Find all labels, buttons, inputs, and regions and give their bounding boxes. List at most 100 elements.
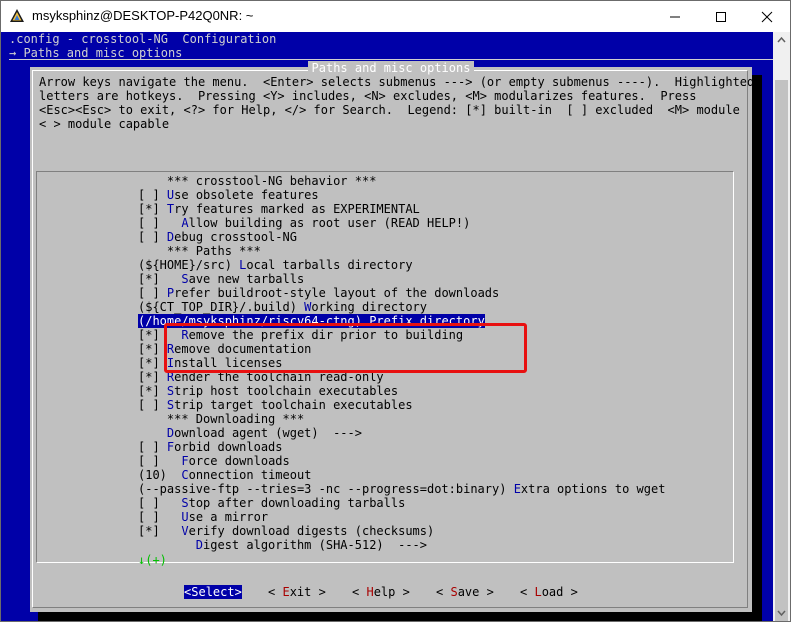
menu-item[interactable]: [ ] Prefer buildroot-style layout of the… [138,286,499,300]
menu-item-hotkey: A [181,216,189,230]
menu-item-label: ave new tarballs [188,272,305,286]
menu-item-prefix: (${HOME}/src) [138,258,240,272]
menu-item-label: refer buildroot-style layout of the down… [174,286,500,300]
menu-item-prefix: [ ] [138,496,182,510]
menu-item-prefix: [ ] [138,216,182,230]
scroll-down-icon[interactable] [773,604,790,621]
menu-item-prefix [138,538,196,552]
terminal-window: msyksphinz@DESKTOP-P42Q0NR: ~ .config - … [0,0,791,622]
menu-item-label: ry features marked as EXPERIMENTAL [174,202,420,216]
window-title: msyksphinz@DESKTOP-P42Q0NR: ~ [32,8,254,23]
menu-item-hotkey: U [181,510,189,524]
menuconfig-dialog: Paths and misc options Arrow keys naviga… [30,61,754,612]
dialog-title: Paths and misc options [30,61,752,75]
load-button[interactable]: < Load > [520,585,578,599]
menu-item[interactable]: [ ] Use obsolete features [138,188,319,202]
menu-item-prefix: [*] [138,342,167,356]
maximize-button[interactable] [698,1,744,32]
menu-item[interactable]: (${HOME}/src) Local tarballs directory [138,258,413,272]
menu-item-label: ebug crosstool-NG [174,230,297,244]
menu-item-label: top after downloading tarballs [188,496,406,510]
config-header: .config - crosstool-NG Configuration [9,32,277,46]
menu-item-prefix: [*] [138,272,182,286]
menu-item-label: ocal tarballs directory [246,258,413,272]
menu-item-label: erify download digests (checksums) [188,524,435,538]
help-text: Arrow keys navigate the menu. <Enter> se… [39,75,754,131]
menu-item-prefix: [ ] [138,398,167,412]
menu-item[interactable]: [ ] Debug crosstool-NG [138,230,297,244]
menu-item-prefix: [ ] [138,230,167,244]
menu-item[interactable]: [ ] Use a mirror [138,510,268,524]
help-line: <Esc><Esc> to exit, <?> for Help, </> fo… [39,103,740,117]
menu-item[interactable]: [*] Save new tarballs [138,272,304,286]
menu-item-prefix: (${CT_TOP_DIR}/.build) [138,300,305,314]
menu-item-label: se a mirror [188,510,269,524]
menu-item-label: trip host toolchain executables [174,384,399,398]
terminal-area[interactable]: .config - crosstool-NG Configuration → P… [1,32,773,621]
menu-item-hotkey: D [195,538,204,552]
menu-item-hotkey: S [181,496,189,510]
menu-item-label: xtra options to wget [520,482,666,496]
menu-item[interactable]: *** Downloading *** [138,412,304,426]
menu-item-prefix: [*] [138,370,167,384]
help-line: Arrow keys navigate the menu. <Enter> se… [39,75,755,89]
menu-item[interactable]: (10) Connection timeout [138,468,311,482]
menu-item[interactable]: [ ] Force downloads [138,454,290,468]
help-line: < > module capable [39,117,170,131]
dialog-shadow [752,75,762,620]
menu-item-hotkey: V [181,524,189,538]
scrollbar-thumb[interactable] [775,80,788,621]
help-line: letters are hotkeys. Pressing <Y> includ… [39,89,697,103]
title-bar[interactable]: msyksphinz@DESKTOP-P42Q0NR: ~ [1,1,790,32]
menu-item-hotkey: E [513,482,521,496]
menu-item-label: orbid downloads [174,440,283,454]
header-divider [9,59,773,60]
menu-item[interactable]: Digest algorithm (SHA-512) ---> [138,538,427,552]
dialog-shadow [38,612,762,621]
menu-item[interactable]: (${CT_TOP_DIR}/.build) Working directory [138,300,427,314]
menu-item[interactable]: [ ] Forbid downloads [138,440,283,454]
menu-item-label: orking directory [311,300,427,314]
menu-item[interactable]: Download agent (wget) ---> [138,426,362,440]
menu-item[interactable]: *** crosstool-NG behavior *** [138,174,377,188]
menu-item[interactable]: [*] Strip host toolchain executables [138,384,398,398]
menu-item[interactable]: (--passive-ftp --tries=3 -nc --progress=… [138,482,665,496]
menu-item-prefix: [*] [138,384,167,398]
more-items-indicator: ↓(+) [138,553,167,567]
close-icon [761,11,773,23]
vertical-scrollbar[interactable] [773,32,790,621]
menu-item-prefix: [*] [138,524,182,538]
scroll-up-icon[interactable] [773,32,790,49]
select-button[interactable]: <Select> [184,585,242,599]
menu-item-prefix: (--passive-ftp --tries=3 -nc --progress=… [138,482,514,496]
menu-item[interactable]: [ ] Allow building as root user (READ HE… [138,216,470,230]
minimize-icon [670,16,680,18]
menu-item-prefix: [ ] [138,286,167,300]
minimize-button[interactable] [652,1,698,32]
menu-item-hotkey: F [181,454,189,468]
menu-item-prefix: *** crosstool-NG behavior *** [138,174,377,188]
menu-item-prefix: [*] [138,202,167,216]
menu-path: → Paths and misc options [9,46,183,60]
menu-item[interactable]: [ ] Stop after downloading tarballs [138,496,405,510]
menu-item[interactable]: [ ] Strip target toolchain executables [138,398,413,412]
menu-item-label: igest algorithm (SHA-512) ---> [203,538,427,552]
menu-item-prefix: [ ] [138,440,167,454]
button-bar: <Select> < Exit > < Help > < Save > < Lo… [30,581,752,601]
app-icon [9,8,25,24]
close-button[interactable] [744,1,790,32]
menu-item-label: se obsolete features [174,188,319,202]
menu-item[interactable]: *** Paths *** [138,244,261,258]
menu-item-prefix: *** Downloading *** [138,412,305,426]
menu-item[interactable]: [*] Try features marked as EXPERIMENTAL [138,202,420,216]
save-button[interactable]: < Save > [436,585,494,599]
menu-item[interactable]: [*] Verify download digests (checksums) [138,524,434,538]
menu-item-label: trip target toolchain executables [174,398,413,412]
menu-item-prefix: [ ] [138,454,182,468]
exit-button[interactable]: < Exit > [268,585,326,599]
help-button[interactable]: < Help > [352,585,410,599]
menu-item-prefix: (10) [138,468,182,482]
highlight-annotation [164,323,527,373]
menu-item-label: llow building as root user (READ HELP!) [188,216,471,230]
menu-item-prefix: *** Paths *** [138,244,261,258]
